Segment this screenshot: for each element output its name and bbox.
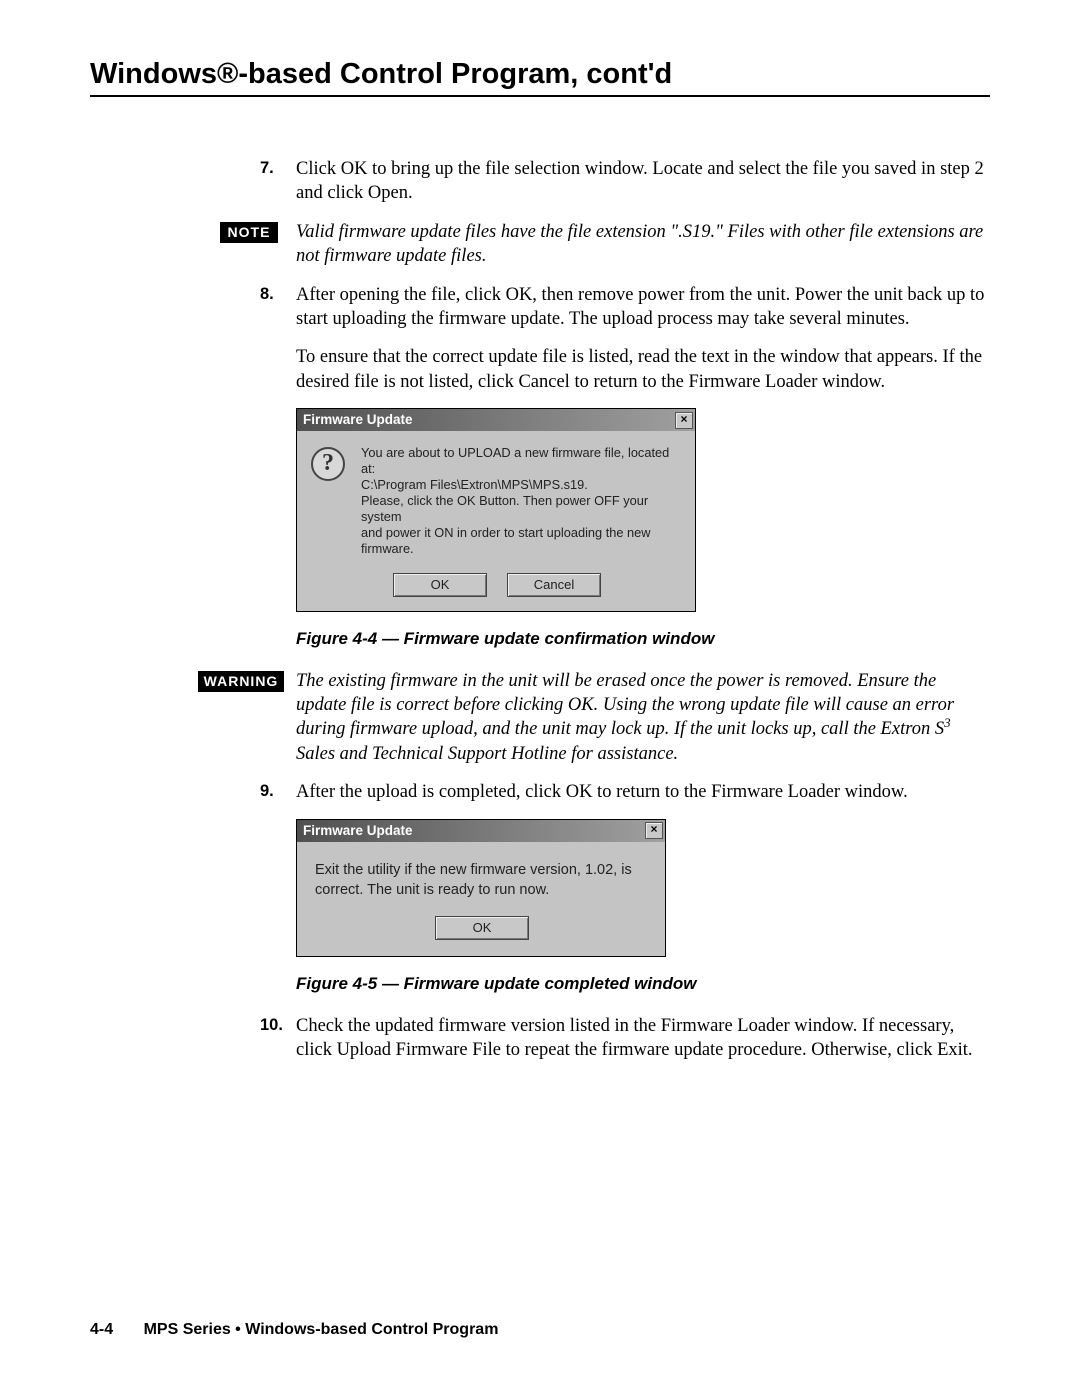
figure-4-5-caption: Figure 4-5 — Firmware update completed w… [296,973,990,995]
step-8: 8. After opening the file, click OK, the… [260,283,990,395]
warning-label: WARNING [198,671,284,692]
content-area: 7. Click OK to bring up the file selecti… [90,157,990,1062]
footer-text: MPS Series • Windows-based Control Progr… [144,1321,499,1338]
step-text: Click OK to bring up the file selection … [296,157,990,206]
step-body: After opening the file, click OK, then r… [296,283,990,395]
page-footer: 4-4 MPS Series • Windows-based Control P… [90,1321,498,1339]
step-number: 8. [260,283,296,395]
dialog-body: ? You are about to UPLOAD a new firmware… [297,431,695,611]
dialog-title: Firmware Update [303,822,413,840]
step-number: 10. [260,1014,296,1063]
close-button[interactable]: × [645,822,663,839]
close-button[interactable]: × [675,412,693,429]
dialog-body: Exit the utility if the new firmware ver… [297,842,665,957]
title-rule [90,95,990,97]
step-body: Click OK to bring up the file selection … [296,157,990,206]
dialog-message: You are about to UPLOAD a new firmware f… [361,445,683,557]
page-title: Windows®-based Control Program, cont'd [90,58,990,91]
step-body: Check the updated firmware version liste… [296,1014,990,1063]
warning-text: The existing firmware in the unit will b… [296,669,990,767]
firmware-update-complete-dialog: Firmware Update × Exit the utility if th… [296,819,666,958]
step-text: Check the updated firmware version liste… [296,1014,990,1063]
cancel-button[interactable]: Cancel [507,573,601,597]
dialog-title: Firmware Update [303,411,413,429]
ok-button[interactable]: OK [393,573,487,597]
step-text: After the upload is completed, click OK … [296,780,990,804]
dialog-message: Exit the utility if the new firmware ver… [315,860,649,901]
step-text: To ensure that the correct update file i… [296,345,990,394]
ok-button[interactable]: OK [435,916,529,940]
note-text: Valid firmware update files have the fil… [296,220,990,269]
step-number: 7. [260,157,296,206]
step-9: 9. After the upload is completed, click … [260,780,990,804]
step-number: 9. [260,780,296,804]
question-icon: ? [311,447,345,481]
figure-4-4-caption: Figure 4-4 — Firmware update confirmatio… [296,628,990,650]
dialog-titlebar: Firmware Update × [297,409,695,431]
warning-callout: WARNING The existing firmware in the uni… [260,669,990,767]
dialog-titlebar: Firmware Update × [297,820,665,842]
step-7: 7. Click OK to bring up the file selecti… [260,157,990,206]
firmware-update-confirm-dialog: Firmware Update × ? You are about to UPL… [296,408,696,612]
step-text: After opening the file, click OK, then r… [296,283,990,332]
step-body: After the upload is completed, click OK … [296,780,990,804]
step-10: 10. Check the updated firmware version l… [260,1014,990,1063]
page-number: 4-4 [90,1321,113,1338]
note-label: NOTE [220,222,278,243]
note-callout: NOTE Valid firmware update files have th… [260,220,990,269]
